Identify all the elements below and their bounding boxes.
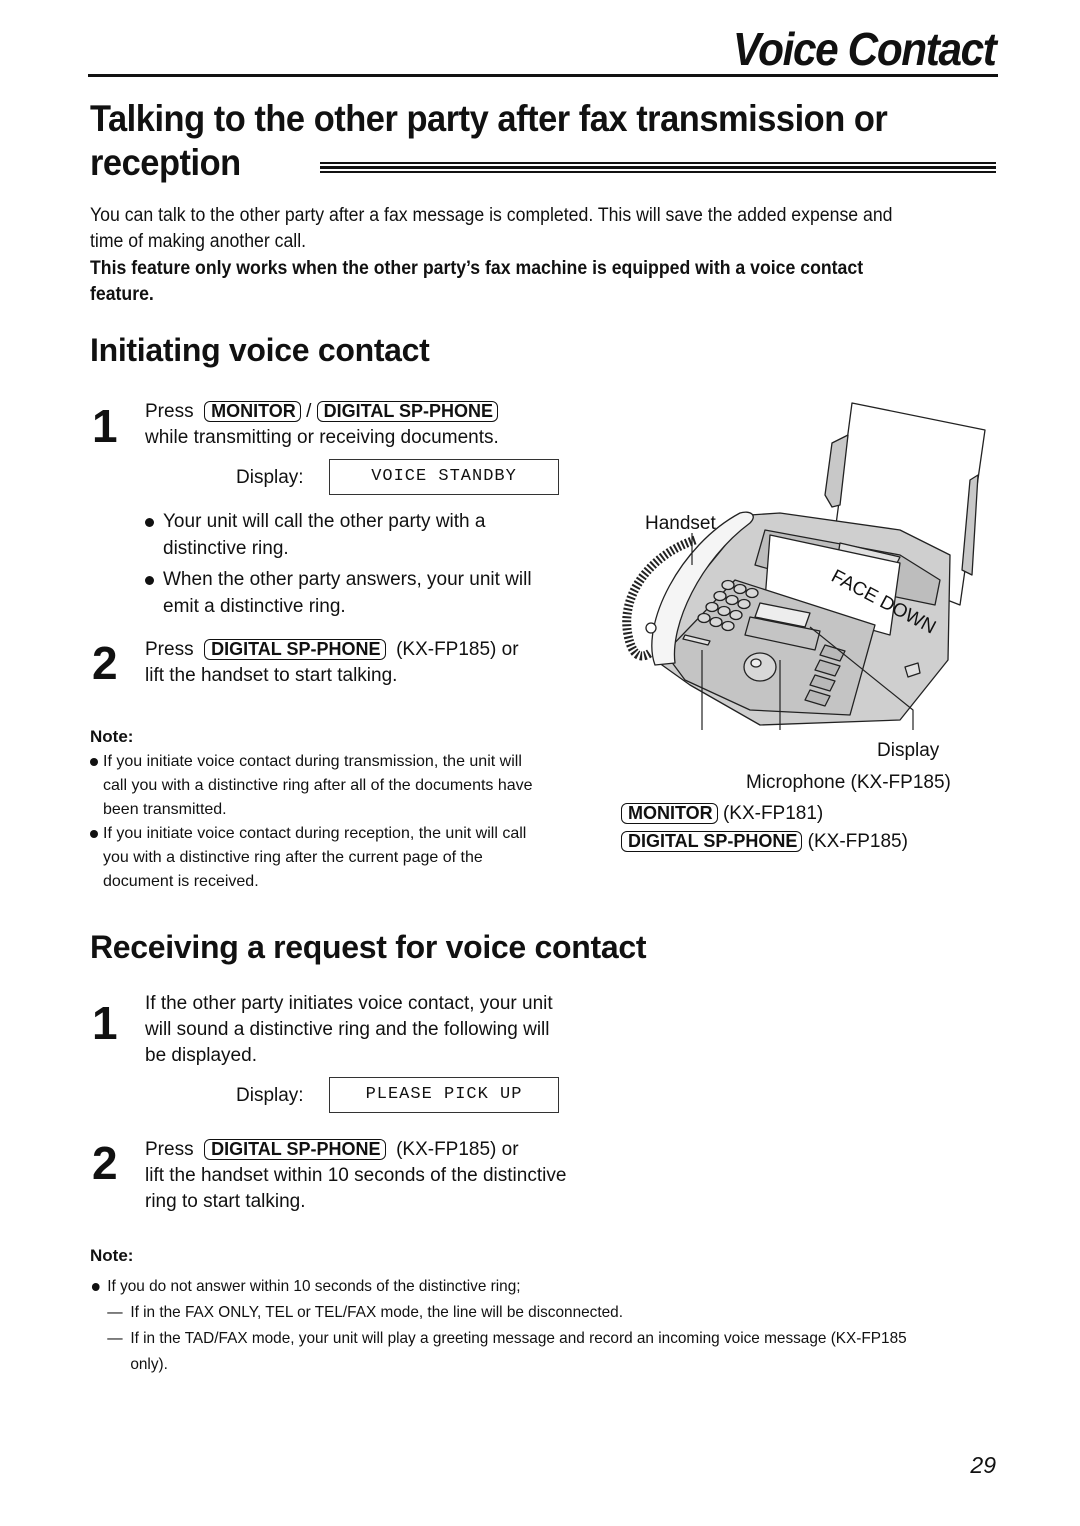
monitor-key: MONITOR xyxy=(204,401,301,422)
press-label: Press xyxy=(145,401,194,422)
microphone-label: Microphone (KX-FP185) xyxy=(746,772,951,793)
note-item: If you initiate voice contact during tra… xyxy=(90,750,550,822)
display-readout: PLEASE PICK UP xyxy=(329,1077,559,1113)
note-label: Note: xyxy=(90,1246,134,1265)
digital-sp-phone-key: DIGITAL SP-PHONE xyxy=(621,831,803,852)
bullet-item: Your unit will call the other party with… xyxy=(145,508,555,562)
receiving-note: If you do not answer within 10 seconds o… xyxy=(90,1274,935,1378)
display-label: Display: xyxy=(236,1085,304,1106)
note-sub-item: — If in the FAX ONLY, TEL or TEL/FAX mode… xyxy=(107,1304,623,1321)
step-number: 2 xyxy=(92,1137,118,1189)
monitor-callout: MONITOR (KX-FP181) xyxy=(621,803,823,825)
initiating-step-1: Press MONITOR / DIGITAL SP-PHONE while t… xyxy=(145,399,575,451)
note-sub-item: — If in the TAD/FAX mode, your unit will … xyxy=(107,1330,907,1373)
initiating-note-list: If you initiate voice contact during tra… xyxy=(90,750,550,894)
receiving-step-2: Press DIGITAL SP-PHONE (KX-FP185) or lif… xyxy=(145,1137,575,1215)
press-label: Press xyxy=(145,1139,194,1160)
model-suffix: (KX-FP185) or xyxy=(396,1139,519,1160)
section-title-rules xyxy=(320,162,996,176)
step-2-text: lift the handset within 10 seconds of th… xyxy=(145,1165,567,1212)
digital-sp-phone-key: DIGITAL SP-PHONE xyxy=(204,639,386,660)
page-number: 29 xyxy=(970,1452,996,1478)
navigator-dial xyxy=(743,652,777,682)
step-number: 2 xyxy=(92,637,118,689)
step-number: 1 xyxy=(92,997,118,1049)
press-label: Press xyxy=(145,639,194,660)
sp-phone-callout: DIGITAL SP-PHONE (KX-FP185) xyxy=(621,831,908,853)
display-readout: VOICE STANDBY xyxy=(329,459,559,495)
title-rule xyxy=(88,74,998,77)
note-label: Note: xyxy=(90,727,134,746)
receiving-heading: Receiving a request for voice contact xyxy=(90,929,647,965)
monitor-key: MONITOR xyxy=(621,803,718,824)
fax-machine-illustration: FACE DOWN xyxy=(622,402,986,730)
step-1-text: while transmitting or receiving document… xyxy=(145,427,499,448)
note-item: If you initiate voice contact during rec… xyxy=(90,822,550,894)
digital-sp-phone-key: DIGITAL SP-PHONE xyxy=(204,1139,386,1160)
initiating-heading: Initiating voice contact xyxy=(90,332,430,368)
sp-phone-model: (KX-FP185) xyxy=(807,831,908,852)
note-item: If you do not answer within 10 seconds o… xyxy=(90,1274,935,1300)
intro-paragraph: You can talk to the other party after a … xyxy=(90,205,893,252)
display-callout-label: Display xyxy=(877,740,940,761)
step-number: 1 xyxy=(92,400,118,452)
initiating-step-2: Press DIGITAL SP-PHONE (KX-FP185) or lif… xyxy=(145,637,585,689)
intro-bold-paragraph: This feature only works when the other p… xyxy=(90,258,864,305)
monitor-model: (KX-FP181) xyxy=(722,803,824,824)
step-2-text: lift the handset to start talking. xyxy=(145,665,398,686)
bullet-item: When the other party answers, your unit … xyxy=(145,566,555,620)
key-separator: / xyxy=(306,401,312,422)
step-1-bullets: Your unit will call the other party with… xyxy=(145,508,555,624)
model-suffix: (KX-FP185) or xyxy=(396,639,519,660)
receiving-step-1-text: If the other party initiates voice conta… xyxy=(145,993,553,1066)
digital-sp-phone-key: DIGITAL SP-PHONE xyxy=(316,401,499,422)
display-label: Display: xyxy=(236,467,304,488)
page-title: Voice Contact xyxy=(733,23,997,75)
handset-label: Handset xyxy=(645,513,716,534)
